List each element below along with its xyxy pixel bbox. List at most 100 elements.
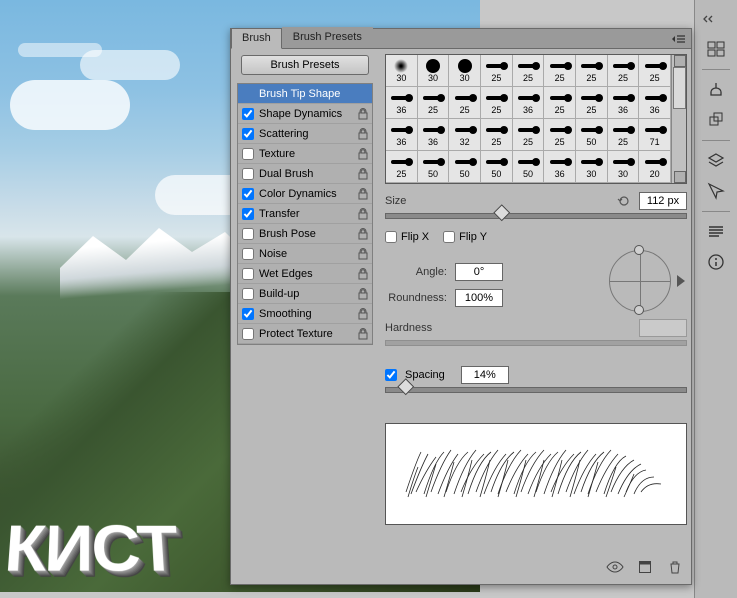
roundness-input[interactable] <box>455 289 503 307</box>
opt-checkbox[interactable] <box>242 268 254 280</box>
size-input[interactable] <box>639 192 687 210</box>
brush-preset-cell[interactable]: 30 <box>418 55 450 87</box>
rail-info-icon[interactable] <box>701 249 731 275</box>
brush-preset-cell[interactable]: 50 <box>418 151 450 183</box>
rail-layers-icon[interactable] <box>701 148 731 174</box>
opt-checkbox[interactable] <box>242 148 254 160</box>
brush-preset-cell[interactable]: 50 <box>481 151 513 183</box>
rail-navigator-icon[interactable] <box>701 178 731 204</box>
opt-checkbox[interactable] <box>242 208 254 220</box>
brush-preset-cell[interactable]: 25 <box>386 151 418 183</box>
flip-y-checkbox[interactable] <box>443 231 455 243</box>
panel-menu-button[interactable] <box>667 30 691 48</box>
opt-wet-edges[interactable]: Wet Edges <box>238 264 372 284</box>
opt-scattering[interactable]: Scattering <box>238 124 372 144</box>
brush-presets-button[interactable]: Brush Presets <box>241 55 369 75</box>
brush-preset-cell[interactable]: 25 <box>576 87 608 119</box>
brush-preset-cell[interactable]: 36 <box>544 151 576 183</box>
lock-icon[interactable] <box>358 328 368 340</box>
brush-preset-cell[interactable]: 25 <box>576 55 608 87</box>
lock-icon[interactable] <box>358 268 368 280</box>
opt-checkbox[interactable] <box>242 188 254 200</box>
opt-protect-texture[interactable]: Protect Texture <box>238 324 372 344</box>
opt-checkbox[interactable] <box>242 128 254 140</box>
reset-size-icon[interactable] <box>615 193 633 209</box>
size-slider[interactable] <box>385 213 687 219</box>
lock-icon[interactable] <box>358 128 368 140</box>
brush-preset-cell[interactable]: 50 <box>449 151 481 183</box>
brush-preset-cell[interactable]: 30 <box>576 151 608 183</box>
brush-preset-cell[interactable]: 25 <box>608 55 640 87</box>
lock-icon[interactable] <box>358 108 368 120</box>
lock-icon[interactable] <box>358 248 368 260</box>
brush-preset-cell[interactable]: 30 <box>608 151 640 183</box>
lock-icon[interactable] <box>358 188 368 200</box>
brush-preset-cell[interactable]: 20 <box>639 151 671 183</box>
opt-checkbox[interactable] <box>242 108 254 120</box>
rail-paragraph-icon[interactable] <box>701 219 731 245</box>
angle-input[interactable] <box>455 263 503 281</box>
brush-preset-cell[interactable]: 25 <box>639 55 671 87</box>
brush-preset-cell[interactable]: 25 <box>513 119 545 151</box>
brush-preset-cell[interactable]: 30 <box>386 55 418 87</box>
brush-preset-cell[interactable]: 25 <box>481 55 513 87</box>
brush-preset-cell[interactable]: 25 <box>481 119 513 151</box>
brush-preset-cell[interactable]: 36 <box>608 87 640 119</box>
brush-preset-cell[interactable]: 50 <box>576 119 608 151</box>
opt-texture[interactable]: Texture <box>238 144 372 164</box>
angle-roundness-widget[interactable] <box>607 245 679 317</box>
opt-shape-dynamics[interactable]: Shape Dynamics <box>238 104 372 124</box>
opt-checkbox[interactable] <box>242 328 254 340</box>
tab-brush[interactable]: Brush <box>231 28 282 49</box>
spacing-checkbox[interactable] <box>385 369 397 381</box>
brush-preset-cell[interactable]: 36 <box>418 119 450 151</box>
lock-icon[interactable] <box>358 148 368 160</box>
lock-icon[interactable] <box>358 168 368 180</box>
brush-preset-cell[interactable]: 25 <box>544 55 576 87</box>
brush-preset-cell[interactable]: 25 <box>608 119 640 151</box>
opt-noise[interactable]: Noise <box>238 244 372 264</box>
opt-build-up[interactable]: Build-up <box>238 284 372 304</box>
brush-preset-cell[interactable]: 36 <box>513 87 545 119</box>
lock-icon[interactable] <box>358 228 368 240</box>
opt-transfer[interactable]: Transfer <box>238 204 372 224</box>
opt-brush-pose[interactable]: Brush Pose <box>238 224 372 244</box>
brush-preset-cell[interactable]: 25 <box>449 87 481 119</box>
new-preset-icon[interactable] <box>635 559 655 575</box>
toggle-preview-icon[interactable] <box>605 559 625 575</box>
brush-preset-cell[interactable]: 50 <box>513 151 545 183</box>
opt-checkbox[interactable] <box>242 248 254 260</box>
opt-checkbox[interactable] <box>242 168 254 180</box>
brush-preset-cell[interactable]: 25 <box>544 87 576 119</box>
opt-checkbox[interactable] <box>242 288 254 300</box>
rail-brush-icon[interactable] <box>701 77 731 103</box>
brush-preset-cell[interactable]: 25 <box>513 55 545 87</box>
opt-dual-brush[interactable]: Dual Brush <box>238 164 372 184</box>
lock-icon[interactable] <box>358 308 368 320</box>
opt-brush-tip-shape[interactable]: Brush Tip Shape <box>238 84 372 104</box>
brush-preset-cell[interactable]: 36 <box>639 87 671 119</box>
brush-preset-cell[interactable]: 25 <box>544 119 576 151</box>
lock-icon[interactable] <box>358 208 368 220</box>
brush-grid-scrollbar[interactable] <box>671 55 686 183</box>
tab-brush-presets[interactable]: Brush Presets <box>282 27 373 48</box>
rail-expand-button[interactable] <box>701 6 715 32</box>
lock-icon[interactable] <box>358 288 368 300</box>
spacing-input[interactable] <box>461 366 509 384</box>
brush-preset-cell[interactable]: 32 <box>449 119 481 151</box>
opt-checkbox[interactable] <box>242 308 254 320</box>
brush-preset-cell[interactable]: 36 <box>386 87 418 119</box>
brush-preset-cell[interactable]: 25 <box>481 87 513 119</box>
brush-preset-cell[interactable]: 71 <box>639 119 671 151</box>
rail-histogram-icon[interactable] <box>701 36 731 62</box>
opt-color-dynamics[interactable]: Color Dynamics <box>238 184 372 204</box>
flip-x-checkbox[interactable] <box>385 231 397 243</box>
opt-smoothing[interactable]: Smoothing <box>238 304 372 324</box>
brush-preset-cell[interactable]: 36 <box>386 119 418 151</box>
delete-icon[interactable] <box>665 559 685 575</box>
opt-checkbox[interactable] <box>242 228 254 240</box>
spacing-slider[interactable] <box>385 387 687 393</box>
rail-clone-icon[interactable] <box>701 107 731 133</box>
brush-preset-cell[interactable]: 30 <box>449 55 481 87</box>
brush-preset-cell[interactable]: 25 <box>418 87 450 119</box>
